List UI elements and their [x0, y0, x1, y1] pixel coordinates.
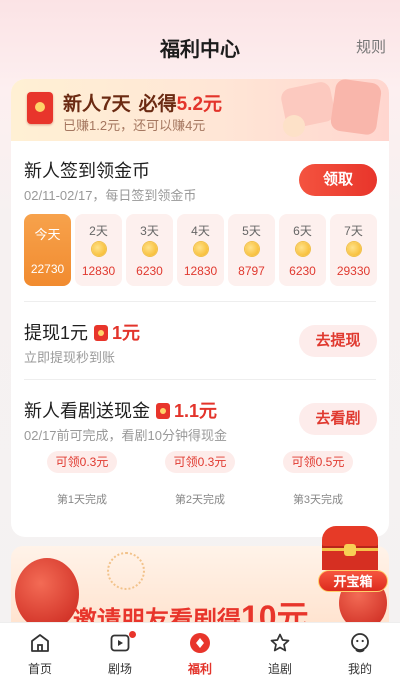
home-icon: [31, 634, 49, 652]
watch-amount: 1.1元: [174, 401, 218, 421]
coin-icon: [296, 242, 310, 256]
notification-dot: [129, 631, 136, 638]
day-label: 4天: [191, 224, 210, 238]
day-value: 6230: [136, 264, 163, 278]
tab-home[interactable]: 首页: [0, 623, 80, 686]
chest-lock-icon: [344, 544, 356, 556]
tab-theater[interactable]: 剧场: [80, 623, 160, 686]
watch-title: 新人看剧送现金: [24, 401, 150, 421]
tab-follow[interactable]: 追剧: [240, 623, 320, 686]
tab-label: 追剧: [267, 662, 292, 676]
day-value: 12830: [81, 264, 116, 278]
firework-decoration: [107, 552, 145, 590]
signin-title: 新人签到领金币: [24, 161, 150, 181]
red-envelope-icon: [94, 325, 109, 341]
tab-profile[interactable]: 我的: [320, 623, 400, 686]
signin-day-5[interactable]: 5天 8797: [228, 214, 275, 286]
day-value: 8797: [238, 264, 265, 278]
tab-label: 剧场: [107, 662, 132, 676]
treasure-label: 开宝箱: [318, 570, 388, 592]
invite-text: 邀请朋友看剧得10元: [73, 592, 309, 626]
coin-icon: [245, 242, 259, 256]
day-value: 29330: [336, 264, 371, 278]
bottom-tab-bar: 首页 剧场 福利 追剧 我的: [0, 622, 400, 686]
banner-headline: 新人7天 必得5.2元: [63, 89, 222, 116]
follow-star-icon: [270, 633, 290, 652]
coin-icon: [194, 242, 208, 256]
step-reward-2: 可领0.3元: [165, 451, 235, 473]
signin-day-3[interactable]: 3天 6230: [126, 214, 173, 286]
lantern-decoration: [15, 558, 79, 626]
day-label: 3天: [140, 224, 159, 238]
banner-headline-mid: 必得: [138, 94, 177, 115]
day-value: 6230: [289, 264, 316, 278]
signin-day-2[interactable]: 2天 12830: [75, 214, 122, 286]
banner-progress: 已赚1.2元，还可以赚4元: [63, 118, 206, 133]
day-label: 7天: [344, 224, 363, 238]
tab-label: 我的: [347, 662, 372, 676]
tab-label: 福利: [187, 662, 212, 676]
tab-label: 首页: [27, 662, 52, 676]
newbie-banner[interactable]: 新人7天 必得5.2元 已赚1.2元，还可以赚4元: [11, 79, 389, 141]
day-label: 今天: [34, 227, 61, 242]
claim-button[interactable]: 领取: [299, 164, 377, 196]
theater-icon: [110, 634, 130, 652]
withdraw-title-row: 提现1元 1元: [24, 319, 140, 345]
header: 福利中心 规则: [0, 0, 400, 90]
step-label-2: 第2天完成: [174, 494, 226, 506]
treasure-chest-button[interactable]: 开宝箱: [316, 522, 388, 594]
signin-day-4[interactable]: 4天 12830: [177, 214, 224, 286]
withdraw-amount: 1元: [112, 323, 141, 343]
signin-days: 今天 22730 2天 12830 3天 6230 4天 12830 5天 87…: [24, 214, 378, 286]
divider: [24, 379, 376, 380]
day-value: 12830: [183, 264, 218, 278]
page-title: 福利中心: [160, 39, 240, 61]
watch-title-row: 新人看剧送现金 1.1元: [24, 397, 217, 423]
day-label: 2天: [89, 224, 108, 238]
watch-steps: 可领0.3元 第1天完成 可领0.3元 第2天完成 可领0.5元 第3天完成: [11, 451, 389, 511]
welfare-card: 新人7天 必得5.2元 已赚1.2元，还可以赚4元 新人签到领金币 02/11-0…: [11, 79, 389, 537]
coin-icon: [143, 242, 157, 256]
withdraw-button[interactable]: 去提现: [299, 325, 377, 357]
profile-icon: [351, 633, 369, 653]
step-reward-1: 可领0.3元: [47, 451, 117, 473]
step-label-1: 第1天完成: [56, 494, 108, 506]
red-envelope-icon: [27, 92, 53, 124]
withdraw-subtitle: 立即提现秒到账: [24, 350, 116, 365]
day-label: 6天: [293, 224, 312, 238]
day-label: 5天: [242, 224, 261, 238]
watch-subtitle: 02/17前可完成，看剧10分钟得现金: [24, 428, 227, 443]
signin-subtitle: 02/11-02/17，每日签到领金币: [24, 188, 197, 203]
coin-decoration: [283, 115, 305, 137]
welfare-icon: [190, 633, 210, 653]
tab-welfare[interactable]: 福利: [160, 623, 240, 686]
signin-day-1[interactable]: 今天 22730: [24, 214, 71, 286]
red-envelope-icon: [156, 403, 170, 419]
coin-icon: [347, 242, 361, 256]
day-value: 22730: [30, 262, 65, 276]
red-envelope-decoration: [329, 79, 383, 136]
banner-amount: 5.2元: [176, 94, 223, 115]
signin-day-7[interactable]: 7天 29330: [330, 214, 377, 286]
coin-icon: [92, 242, 106, 256]
step-label-3: 第3天完成: [292, 494, 344, 506]
watch-button[interactable]: 去看剧: [299, 403, 377, 435]
rules-link[interactable]: 规则: [356, 36, 386, 57]
signin-day-6[interactable]: 6天 6230: [279, 214, 326, 286]
banner-headline-prefix: 新人7天: [63, 94, 131, 115]
withdraw-title: 提现1元: [24, 323, 89, 343]
step-reward-3: 可领0.5元: [283, 451, 353, 473]
divider: [24, 301, 376, 302]
